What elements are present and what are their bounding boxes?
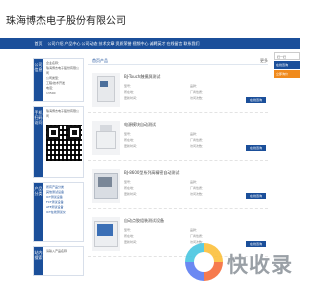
product-card: 电源模块自动测试 型号： 所在地： 更新时间： 品牌： 厂商性质： 访问次数： … [88, 115, 268, 161]
search-body: 请输入产品名称 [44, 247, 83, 256]
inquiry-button[interactable]: 在线咨询 [246, 193, 266, 199]
product-list: 首页产品 更多 BJ-Touch触摸屏测试 型号： 所在地： 更新时间： 品牌：… [88, 58, 268, 257]
nav-item-products[interactable]: 产品中心 [64, 41, 81, 47]
product-attrs: 型号： 所在地： 更新时间： [124, 227, 139, 245]
nav-item-home[interactable]: 首页 [30, 41, 47, 47]
nav-item-honors[interactable]: 资质荣誉 [115, 41, 132, 47]
product-name[interactable]: BJ-Touch触摸屏测试 [124, 74, 160, 80]
machine-screen [100, 81, 108, 87]
qr-body: 珠海博杰电子股份有限公司 [44, 107, 83, 163]
qr-code-image [46, 125, 82, 161]
product-attrs-right: 品牌： 厂商性质： 访问次数： [190, 179, 205, 197]
product-card: BJ-Touch触摸屏测试 型号： 所在地： 更新时间： 品牌： 厂商性质： 访… [88, 67, 268, 113]
sidebar: 公司信息 企业名称： 珠海博杰电子股份有限公司 公司类型： 工程/技术开发 电话… [33, 58, 84, 280]
floating-contact-panel: 扫一扫 在线咨询 立即询价 [274, 52, 300, 78]
nav-item-about[interactable]: 公司介绍 [47, 41, 64, 47]
product-name[interactable]: 自动点胶组装测试设备 [124, 218, 164, 224]
search-head: 站内搜索 [34, 247, 43, 275]
attr-visits: 访问次数： [190, 144, 206, 148]
machine-body [96, 131, 116, 149]
category-list: 所有产品分类 其他测试设备 ICT测试设备 FCT测试设备 ATE测试设备 IC… [44, 183, 83, 217]
product-image[interactable] [92, 121, 120, 155]
nav-item-jobs[interactable]: 诚聘英才 [149, 41, 166, 47]
watermark-circle-center [194, 252, 214, 272]
machine-window [97, 224, 113, 236]
search-input[interactable]: 请输入产品名称 [46, 249, 81, 254]
machine-window [98, 177, 112, 187]
attr-visits: 访问次数： [190, 96, 206, 100]
inquiry-button[interactable]: 在线咨询 [246, 145, 266, 151]
attr-updated: 更新时间： [124, 240, 140, 244]
qr-caption: 珠海博杰电子股份有限公司 [46, 109, 80, 118]
attr-updated: 更新时间： [124, 144, 140, 148]
floating-panel-head: 扫一扫 [274, 52, 300, 60]
more-link[interactable]: 更多 [260, 58, 268, 64]
section-header: 首页产品 更多 [88, 58, 268, 65]
company-info-block: 公司信息 企业名称： 珠海博杰电子股份有限公司 公司类型： 工程/技术开发 电话… [33, 58, 84, 102]
company-line: 13500 [46, 91, 56, 95]
qr-head: 手机扫码访问 [34, 107, 43, 177]
company-info-head: 公司信息 [34, 59, 43, 101]
product-attrs: 型号： 所在地： 更新时间： [124, 131, 139, 149]
inquiry-button[interactable]: 在线咨询 [246, 97, 266, 103]
attr-visits: 访问次数： [190, 192, 206, 196]
online-consult-button[interactable]: 在线咨询 [274, 61, 300, 69]
product-attrs-right: 品牌： 厂商性质： 访问次数： [190, 131, 205, 149]
machine-body [97, 76, 115, 102]
product-attrs: 型号： 所在地： 更新时间： [124, 179, 139, 197]
main-nav: 首页 公司介绍 产品中心 公司动态 技术文章 资质荣誉 视频中心 诚聘英才 在线… [0, 38, 300, 49]
quote-button[interactable]: 立即询价 [274, 70, 300, 78]
product-attrs: 型号： 所在地： 更新时间： [124, 83, 139, 101]
category-block: 产品分类 所有产品分类 其他测试设备 ICT测试设备 FCT测试设备 ATE测试… [33, 182, 84, 242]
company-line: 珠海博杰电子股份有限公司 [46, 66, 80, 75]
nav-item-news[interactable]: 公司动态 [81, 41, 98, 47]
nav-item-contact[interactable]: 联系我们 [183, 41, 200, 47]
qr-block: 手机扫码访问 珠海博杰电子股份有限公司 [33, 106, 84, 178]
nav-item-articles[interactable]: 技术文章 [98, 41, 115, 47]
product-image[interactable] [92, 217, 120, 251]
attr-updated: 更新时间： [124, 96, 140, 100]
watermark-logo: 快收录 [185, 243, 295, 283]
product-image[interactable] [92, 73, 120, 107]
company-info-body: 企业名称： 珠海博杰电子股份有限公司 公司类型： 工程/技术开发 电话： 135… [44, 59, 83, 98]
section-title: 首页产品 [92, 58, 108, 63]
product-name[interactable]: BJ-8600型系列高精密自动测试 [124, 170, 179, 176]
watermark-text: 快收录 [227, 253, 293, 277]
product-attrs-right: 品牌： 厂商性质： 访问次数： [190, 83, 205, 101]
nav-item-message[interactable]: 在线留言 [166, 41, 183, 47]
category-item[interactable]: ICT在线测试仪 [46, 210, 81, 215]
nav-item-videos[interactable]: 视频中心 [132, 41, 149, 47]
site-title: 珠海博杰电子股份有限公司 [6, 16, 126, 27]
category-head: 产品分类 [34, 183, 43, 241]
product-name[interactable]: 电源模块自动测试 [124, 122, 156, 128]
attr-updated: 更新时间： [124, 192, 140, 196]
product-image[interactable] [92, 169, 120, 203]
product-card: BJ-8600型系列高精密自动测试 型号： 所在地： 更新时间： 品牌： 厂商性… [88, 163, 268, 209]
search-block: 站内搜索 请输入产品名称 [33, 246, 84, 276]
